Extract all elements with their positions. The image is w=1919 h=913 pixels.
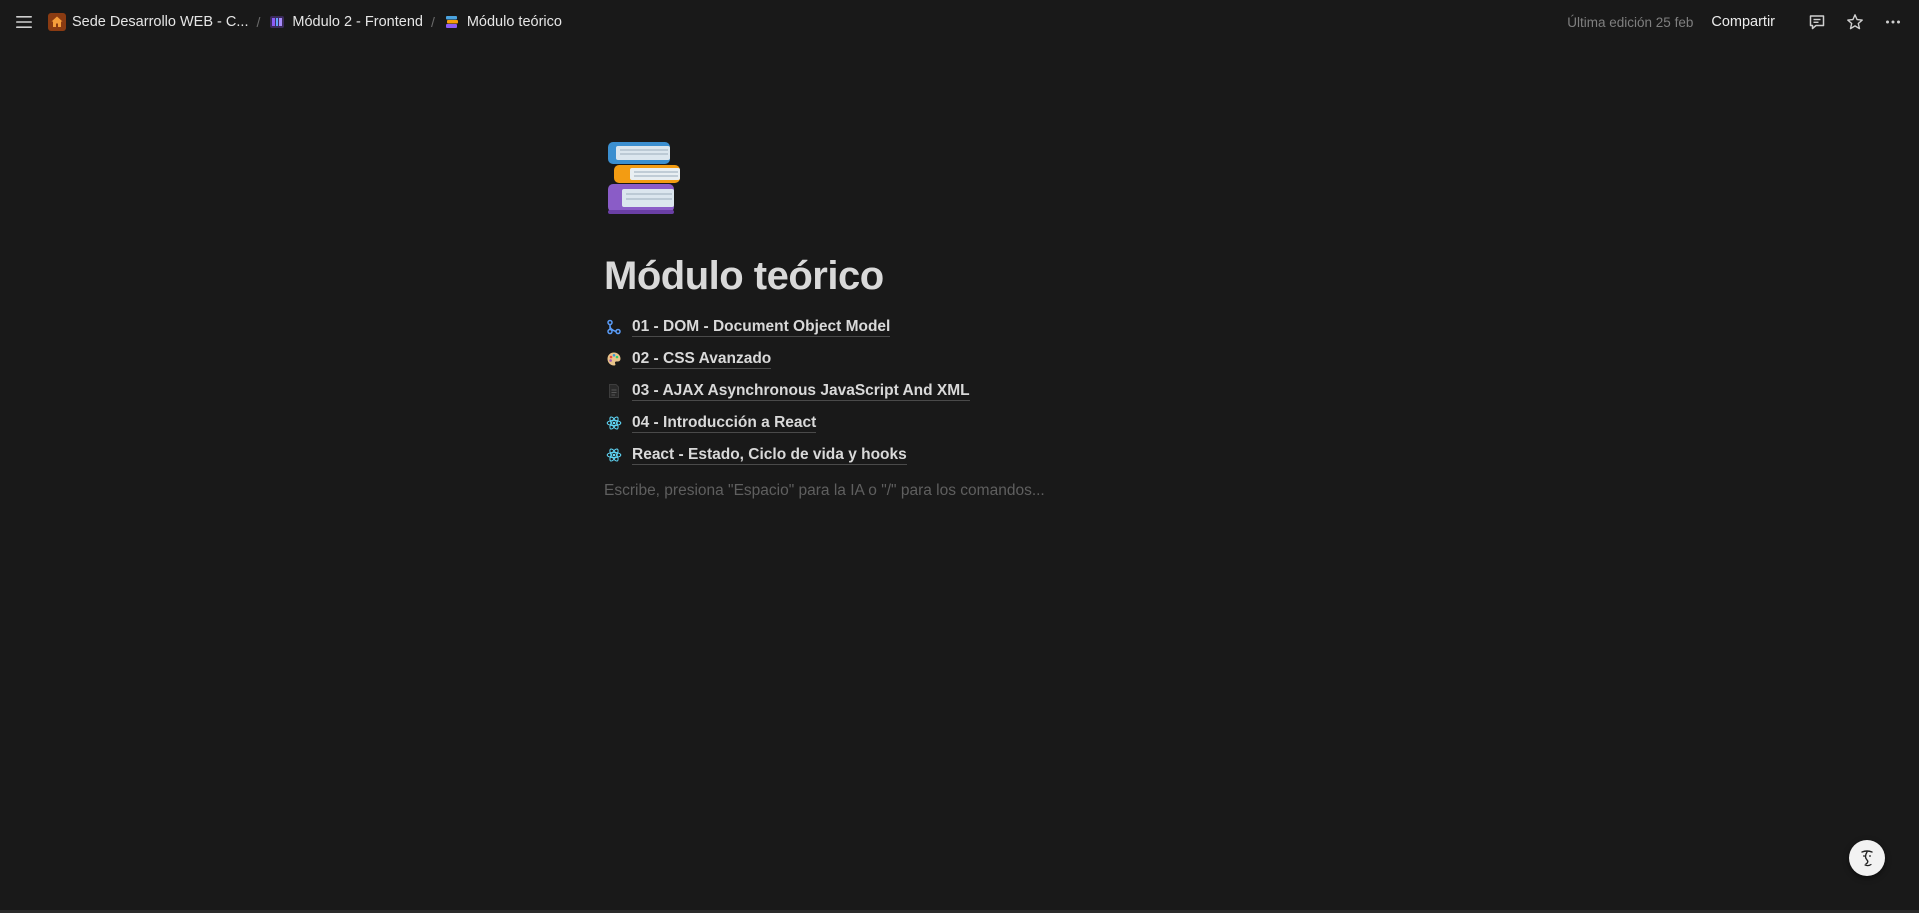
react-icon: [604, 413, 624, 433]
document-icon: [604, 381, 624, 401]
breadcrumb-item-sede[interactable]: Sede Desarrollo WEB - C...: [44, 11, 252, 33]
subpage-link-ajax[interactable]: 03 - AJAX Asynchronous JavaScript And XM…: [604, 375, 1324, 407]
subpage-link-label: 01 - DOM - Document Object Model: [632, 318, 891, 337]
module-icon: [268, 13, 286, 31]
subpage-list: 01 - DOM - Document Object Model 02 - CS…: [604, 311, 1324, 471]
subpage-link-react-intro[interactable]: 04 - Introducción a React: [604, 407, 1324, 439]
breadcrumb-separator: /: [256, 14, 261, 30]
subpage-link-dom[interactable]: 01 - DOM - Document Object Model: [604, 311, 1324, 343]
git-branch-icon: [604, 317, 624, 337]
books-icon: [443, 13, 461, 31]
last-edited-label: Última edición 25 feb: [1567, 14, 1694, 30]
subpage-link-css[interactable]: 02 - CSS Avanzado: [604, 343, 1324, 375]
palette-icon: [604, 349, 624, 369]
menu-icon[interactable]: [12, 10, 36, 34]
comment-icon[interactable]: [1803, 8, 1831, 36]
subpage-link-label: React - Estado, Ciclo de vida y hooks: [632, 446, 907, 465]
share-button[interactable]: Compartir: [1705, 12, 1781, 32]
top-bar: Sede Desarrollo WEB - C... / Módulo 2 - …: [0, 0, 1919, 44]
star-icon[interactable]: [1841, 8, 1869, 36]
subpage-link-label: 04 - Introducción a React: [632, 414, 817, 433]
breadcrumb-separator: /: [430, 14, 435, 30]
page-content: Módulo teórico 01 - DOM - Document Objec…: [604, 138, 1324, 505]
ai-assistant-button[interactable]: [1849, 840, 1885, 876]
breadcrumb-label: Módulo 2 - Frontend: [292, 14, 423, 30]
ai-face-icon: [1861, 850, 1873, 867]
breadcrumb: Sede Desarrollo WEB - C... / Módulo 2 - …: [44, 11, 566, 33]
topbar-actions: Última edición 25 feb Compartir: [1567, 8, 1907, 36]
breadcrumb-item-modulo-teorico[interactable]: Módulo teórico: [439, 11, 566, 33]
page-title[interactable]: Módulo teórico: [604, 254, 1324, 299]
breadcrumb-label: Sede Desarrollo WEB - C...: [72, 14, 249, 30]
subpage-link-label: 03 - AJAX Asynchronous JavaScript And XM…: [632, 382, 970, 401]
breadcrumb-label: Módulo teórico: [466, 14, 562, 30]
more-options-icon[interactable]: [1879, 8, 1907, 36]
subpage-link-label: 02 - CSS Avanzado: [632, 350, 772, 369]
subpage-link-react-hooks[interactable]: React - Estado, Ciclo de vida y hooks: [604, 439, 1324, 471]
breadcrumb-item-modulo-2[interactable]: Módulo 2 - Frontend: [264, 11, 427, 33]
books-emoji-icon[interactable]: [604, 138, 684, 218]
react-icon: [604, 445, 624, 465]
editor-placeholder[interactable]: Escribe, presiona "Espacio" para la IA o…: [604, 477, 1324, 505]
house-icon: [48, 13, 66, 31]
